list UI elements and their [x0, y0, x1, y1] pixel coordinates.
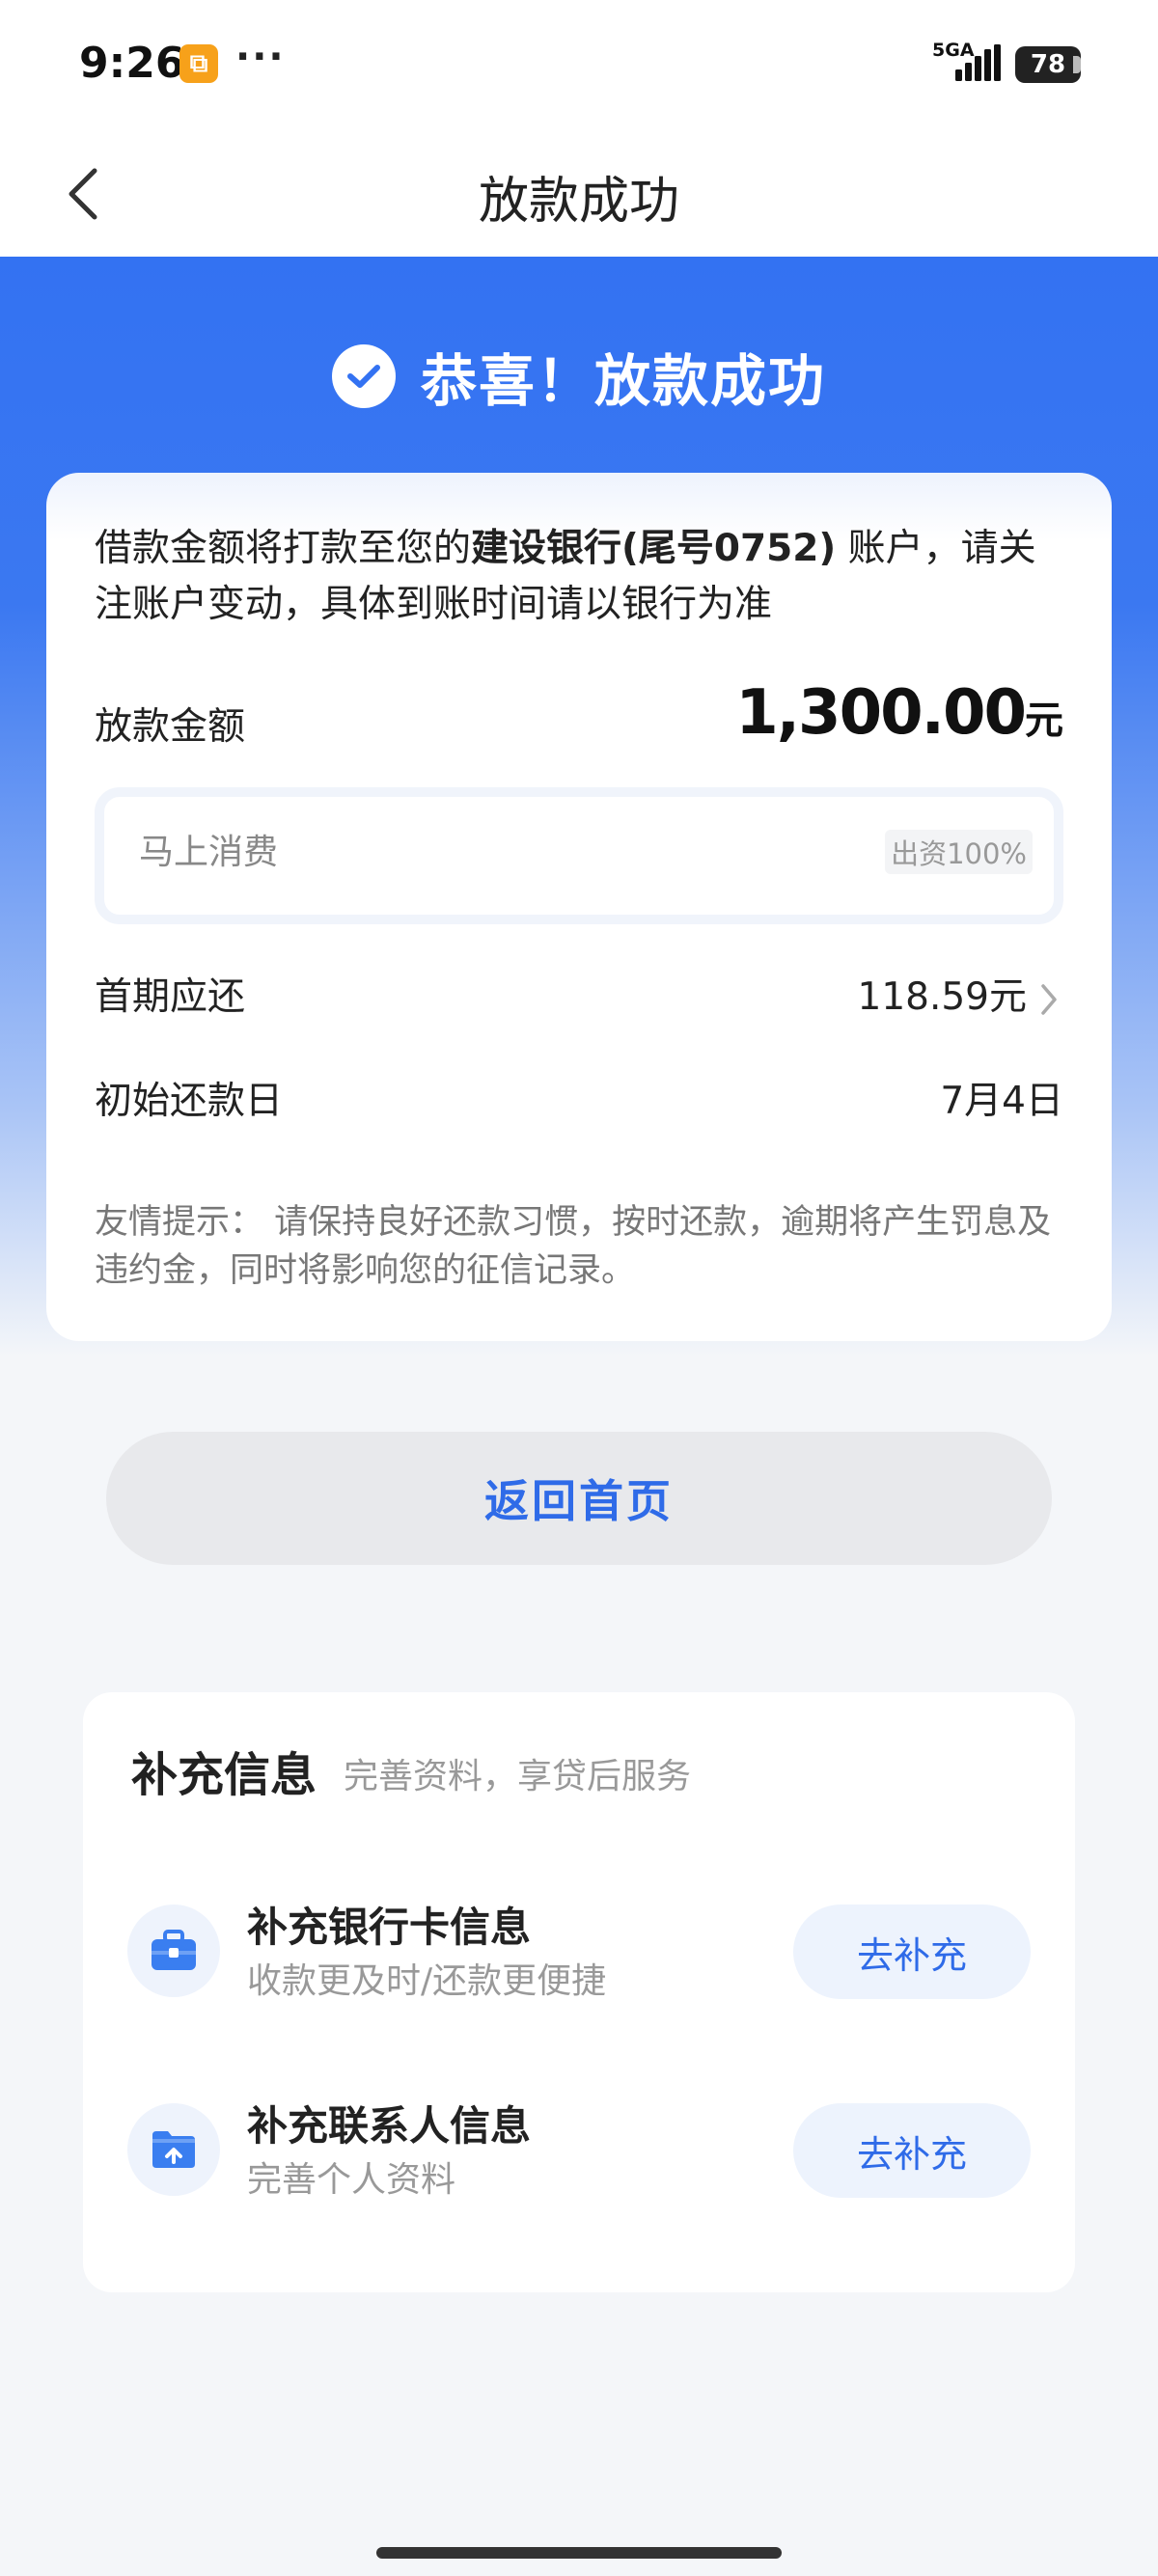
supplement-item-name: 补充银行卡信息 — [247, 1904, 532, 1951]
first-payment-value: 118.59元 — [857, 975, 1027, 1019]
briefcase-icon — [127, 1905, 220, 1997]
lender-box: 马上消费 出资100% — [95, 787, 1063, 924]
return-home-button[interactable]: 返回首页 — [106, 1432, 1052, 1565]
notice-text-pre: 借款金额将打款至您的 — [95, 527, 472, 570]
amount-unit: 元 — [1025, 699, 1063, 743]
supplement-title: 补充信息 — [131, 1748, 317, 1802]
battery-icon: 78 — [1015, 46, 1081, 83]
success-text: 恭喜！放款成功 — [420, 348, 826, 414]
nav-bar: 放款成功 — [0, 131, 1158, 257]
start-date-label: 初始还款日 — [95, 1080, 284, 1123]
chevron-right-icon — [1041, 983, 1057, 1015]
check-circle-icon — [331, 344, 396, 408]
amount-value: 1,300.00 — [735, 677, 1027, 749]
supplement-bank-card-button[interactable]: 去补充 — [793, 1905, 1031, 1999]
supplement-item-desc: 完善个人资料 — [247, 2160, 456, 2200]
supplement-item-bank-card: 补充银行卡信息 收款更及时/还款更便捷 去补充 — [83, 1895, 1075, 2011]
transfer-notice: 借款金额将打款至您的建设银行(尾号0752) 账户，请关注账户变动，具体到账时间… — [95, 521, 1069, 633]
loan-detail-card: 借款金额将打款至您的建设银行(尾号0752) 账户，请关注账户变动，具体到账时间… — [46, 473, 1112, 1341]
supplement-card: 补充信息 完善资料，享贷后服务 补充银行卡信息 收款更及时/还款更便捷 去补充 … — [83, 1692, 1075, 2292]
success-banner: 恭喜！放款成功 — [0, 338, 1158, 415]
first-payment-row[interactable]: 118.59元 — [858, 967, 1058, 1021]
home-indicator[interactable] — [376, 2547, 782, 2559]
supplement-item-name: 补充联系人信息 — [247, 2102, 532, 2150]
supplement-subtitle: 完善资料，享贷后服务 — [344, 1757, 692, 1796]
friendly-tip: 友情提示： 请保持良好还款习惯，按时还款，逾期将产生罚息及违约金，同时将影响您的… — [95, 1203, 1052, 1290]
first-payment-label: 首期应还 — [95, 975, 246, 1019]
supplement-contact-button[interactable]: 去补充 — [793, 2103, 1031, 2198]
more-notifications-icon: ··· — [235, 35, 286, 79]
supplement-item-desc: 收款更及时/还款更便捷 — [247, 1961, 607, 2001]
amount-value-group: 1,300.00元 — [735, 677, 1063, 749]
status-time: 9:26 — [79, 39, 185, 88]
page-title: 放款成功 — [478, 173, 679, 231]
status-bar: 9:26 ⧉ ··· 5GA 78 — [0, 0, 1158, 131]
lender-share-badge: 出资100% — [885, 830, 1033, 874]
amount-label: 放款金额 — [95, 705, 246, 749]
app-notification-icon: ⧉ — [179, 44, 218, 83]
signal-icon — [955, 44, 1001, 81]
battery-tip — [1073, 56, 1081, 73]
notice-bank: 建设银行(尾号0752) — [471, 527, 837, 570]
folder-upload-icon — [127, 2103, 220, 2196]
start-date-value: 7月4日 — [940, 1080, 1063, 1123]
supplement-item-contact: 补充联系人信息 完善个人资料 去补充 — [83, 2094, 1075, 2209]
lender-name: 马上消费 — [139, 833, 279, 872]
